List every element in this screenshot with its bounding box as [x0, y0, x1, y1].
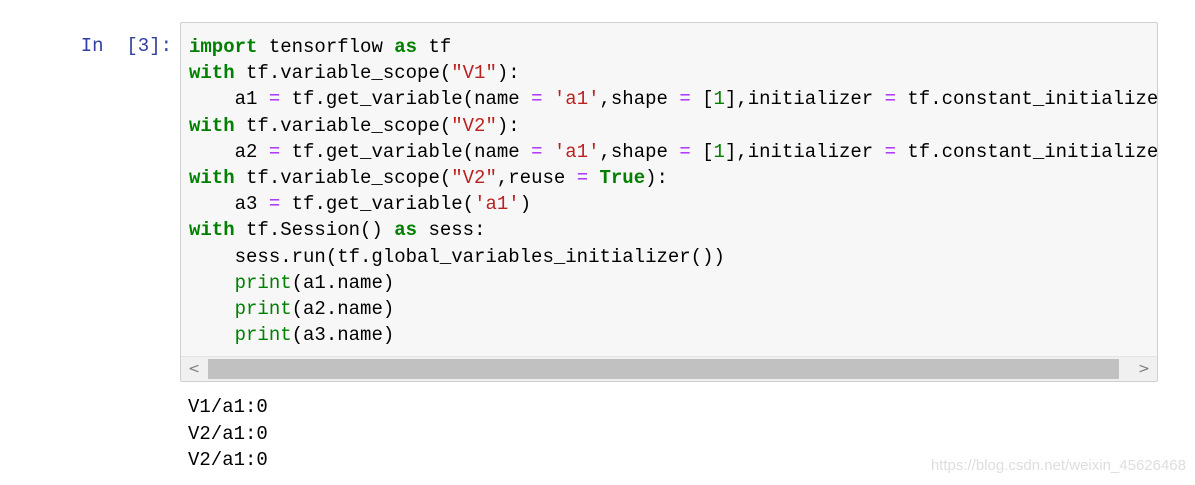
code-line: with tf.variable_scope("V1"): — [189, 60, 1157, 86]
code-text[interactable]: import tensorflow as tf with tf.variable_… — [189, 34, 1158, 348]
code-token: (a3.name) — [291, 324, 395, 347]
scroll-left-icon[interactable]: < — [181, 357, 207, 381]
code-token: tf.variable_scope( — [234, 166, 452, 189]
code-token: 'a1' — [474, 193, 520, 216]
code-token: [ — [690, 140, 714, 163]
code-line: with tf.variable_scope("V2",reuse = True… — [189, 165, 1157, 191]
code-token: 1 — [713, 140, 725, 163]
code-token: with — [189, 166, 235, 189]
code-token: import — [189, 36, 258, 58]
code-token: ],initializer — [724, 88, 885, 111]
code-token: ): — [496, 114, 520, 137]
code-token: (a2.name) — [291, 297, 395, 320]
code-token: 1 — [713, 88, 725, 111]
input-prompt: In [3]: — [80, 35, 172, 57]
code-token: = — [268, 140, 281, 163]
code-line: print(a1.name) — [189, 270, 1157, 296]
code-token: = — [268, 88, 281, 111]
code-token: "V2" — [451, 114, 497, 137]
code-token: ) — [519, 193, 532, 216]
code-token: with — [189, 219, 235, 242]
code-token: True — [599, 166, 646, 189]
code-line: with tf.variable_scope("V2"): — [189, 113, 1157, 139]
code-token: = — [576, 166, 589, 189]
code-token: a2 — [189, 140, 269, 163]
code-token: with — [189, 114, 235, 137]
code-token: ,reuse — [496, 166, 577, 189]
code-token: "V2" — [451, 166, 497, 189]
code-token: tf.constant_initializer( — [896, 140, 1158, 163]
code-token: = — [884, 140, 896, 163]
code-token: tf.variable_scope( — [234, 114, 452, 137]
code-token: as — [394, 36, 418, 58]
code-token: print — [234, 297, 292, 320]
code-token: tf.get_variable(name — [280, 88, 532, 111]
code-token: = — [268, 193, 281, 216]
code-token: tf.get_variable( — [280, 193, 475, 216]
code-token: = — [531, 88, 543, 111]
code-line: a2 = tf.get_variable(name = 'a1',shape =… — [189, 139, 1158, 165]
code-token: tensorflow — [257, 36, 395, 58]
code-token: tf.Session() — [234, 219, 395, 242]
code-token: ],initializer — [724, 140, 885, 163]
code-token: tf.variable_scope( — [234, 62, 452, 85]
output-line: V2/a1:0 — [188, 422, 268, 445]
output-line: V1/a1:0 — [188, 396, 268, 418]
code-token: ,shape — [599, 88, 680, 111]
code-line: print(a2.name) — [189, 296, 1157, 322]
code-line: a3 = tf.get_variable('a1') — [189, 191, 1157, 217]
watermark: https://blog.csdn.net/weixin_45626468 — [930, 457, 1186, 474]
code-token: ): — [645, 166, 668, 189]
code-token: print — [234, 324, 292, 347]
horizontal-scrollbar[interactable]: < > — [181, 356, 1157, 381]
code-token: a1 — [189, 88, 269, 111]
code-line: with tf.Session() as sess: — [189, 217, 1157, 243]
code-token: as — [394, 219, 418, 242]
notebook-code-cell: In [3]: import tensorflow as tf with tf.v… — [0, 0, 1195, 485]
code-token: tf — [417, 36, 452, 58]
code-token: a3 — [189, 193, 269, 216]
scrollbar-thumb[interactable] — [208, 359, 1119, 379]
code-token: = — [679, 140, 691, 163]
code-token: ,shape — [599, 140, 680, 163]
code-token: 'a1' — [553, 140, 600, 163]
code-token: sess: — [417, 219, 486, 242]
code-token: = — [679, 88, 691, 111]
output-line: V2/a1:0 — [188, 449, 268, 471]
code-token: tf.get_variable(name — [280, 140, 532, 163]
code-token: = — [884, 88, 896, 111]
code-token: with — [189, 62, 235, 85]
code-token: (a1.name) — [291, 271, 395, 294]
code-token: print — [234, 271, 292, 294]
code-token: [ — [690, 88, 714, 111]
code-token: sess.run(tf.global_variables_initializer… — [189, 245, 725, 268]
code-token: 'a1' — [553, 88, 600, 111]
code-token: = — [531, 140, 543, 163]
code-line: print(a3.name) — [189, 322, 1157, 348]
code-token: tf.constant_initializer( — [896, 88, 1158, 111]
code-line: import tensorflow as tf — [189, 34, 1157, 60]
code-token: "V1" — [451, 62, 497, 85]
code-editor[interactable]: import tensorflow as tf with tf.variable_… — [180, 22, 1158, 382]
cell-output: V1/a1:0 V2/a1:0 V2/a1:0 — [188, 394, 268, 474]
code-line: sess.run(tf.global_variables_initializer… — [189, 244, 1157, 270]
code-line: a1 = tf.get_variable(name = 'a1',shape =… — [189, 86, 1158, 112]
scroll-right-icon[interactable]: > — [1131, 357, 1157, 381]
code-token: ): — [496, 62, 520, 85]
